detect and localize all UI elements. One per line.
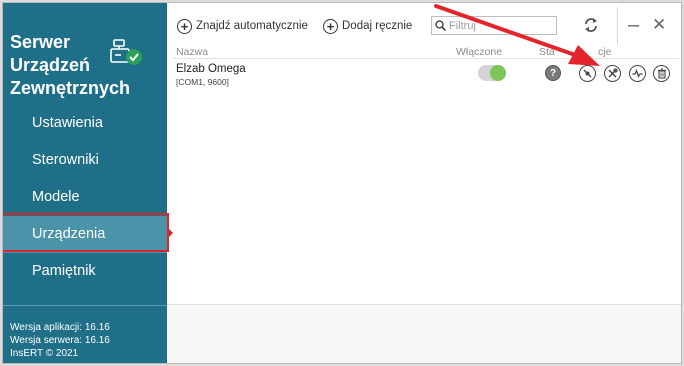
sidebar-item-sterowniki[interactable]: Sterowniki: [3, 142, 167, 179]
sidebar-divider: [3, 305, 167, 306]
minimize-button[interactable]: –: [628, 15, 639, 35]
test-device-button[interactable]: [579, 65, 596, 82]
search-icon: [435, 20, 446, 31]
column-header-enabled: Włączone: [456, 46, 503, 58]
device-port: [COM1, 9600]: [176, 77, 229, 87]
filter-field[interactable]: [431, 16, 557, 35]
configure-device-button[interactable]: [604, 65, 621, 82]
close-button[interactable]: ✕: [652, 15, 666, 35]
sidebar-item-pamietnik[interactable]: Pamiętnik: [3, 253, 167, 290]
add-manually-button[interactable]: + Dodaj ręcznie: [323, 16, 412, 36]
column-header-name: Nazwa: [176, 46, 209, 58]
plus-circle-icon: +: [323, 18, 338, 34]
sidebar-item-urzadzenia[interactable]: Urządzenia: [3, 216, 167, 253]
add-manually-label: Dodaj ręcznie: [342, 20, 413, 32]
delete-device-button[interactable]: [653, 65, 670, 82]
sidebar-item-modele[interactable]: Modele: [3, 179, 167, 216]
status-unknown-icon: ?: [545, 65, 561, 81]
find-automatically-label: Znajdź automatycznie: [196, 20, 308, 32]
enabled-toggle[interactable]: [478, 65, 506, 81]
toggle-knob: [490, 65, 506, 81]
device-diagnostics-button[interactable]: [629, 65, 646, 82]
tools-icon: [608, 68, 618, 78]
sidebar-nav: Ustawienia Sterowniki Modele Urządzenia …: [3, 105, 167, 290]
sidebar-item-ustawienia[interactable]: Ustawienia: [3, 105, 167, 142]
find-automatically-button[interactable]: + Znajdź automatycznie: [177, 16, 308, 36]
app-title-line-3: Zewnętrznych: [10, 78, 131, 98]
column-header-status: Sta: [539, 46, 555, 58]
device-server-logo-icon: [110, 39, 142, 65]
pulse-icon: [632, 68, 643, 78]
sidebar-item-label: Sterowniki: [32, 152, 99, 168]
sidebar-item-label: Ustawienia: [32, 115, 103, 131]
sidebar-item-label: Pamiętnik: [32, 263, 96, 279]
server-version: Wersja serwera: 16.16: [10, 335, 110, 346]
refresh-icon[interactable]: [583, 16, 599, 34]
filter-input[interactable]: [446, 19, 549, 32]
sidebar-item-label: Urządzenia: [32, 226, 106, 242]
version-info: Wersja aplikacji: 16.16 Wersja serwera: …: [10, 321, 110, 360]
app-window: Serwer Urządzeń Zewnętrznych Ustawienia …: [2, 2, 682, 364]
device-name: Elzab Omega: [176, 63, 246, 75]
sidebar-item-label: Modele: [32, 189, 80, 205]
toolbar-divider: [617, 7, 618, 45]
plus-circle-icon: +: [177, 18, 192, 34]
trash-icon: [657, 68, 666, 79]
app-version: Wersja aplikacji: 16.16: [10, 322, 110, 333]
sidebar: Serwer Urządzeń Zewnętrznych Ustawienia …: [3, 3, 167, 363]
column-header-actions: cje: [598, 46, 612, 58]
copyright: InsERT © 2021: [10, 348, 79, 359]
bottom-panel: [167, 305, 681, 363]
header-divider: [173, 58, 679, 59]
connection-test-icon: [583, 69, 592, 78]
